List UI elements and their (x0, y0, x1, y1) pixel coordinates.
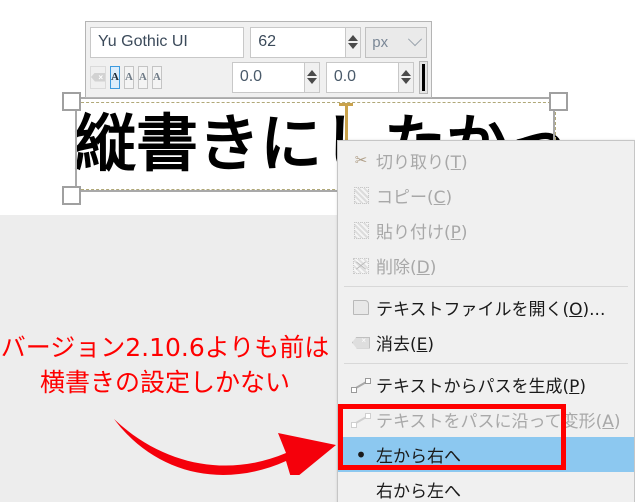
tool-options-row-2: × A A A A 0.0 0.0 (90, 60, 429, 94)
text-along-path-icon (346, 412, 376, 428)
spinner-down-icon[interactable] (348, 43, 359, 49)
radio-bullet-icon: • (355, 442, 367, 467)
menu-item-text-along-path[interactable]: テキストをパスに沿って変形(A) (338, 402, 634, 437)
menu-item-ltr[interactable]: • 左から右へ (338, 437, 634, 472)
spinner-up-icon[interactable] (400, 70, 411, 76)
menu-item-erase[interactable]: × 消去(E) (338, 325, 634, 360)
line-spacing-spinner[interactable] (397, 61, 414, 93)
spinner-down-icon[interactable] (306, 78, 317, 84)
antialias-button-3[interactable]: A (137, 65, 148, 89)
spinner-up-icon[interactable] (348, 35, 359, 41)
menu-separator-1 (344, 286, 628, 287)
menu-item-copy[interactable]: コピー(C) (338, 178, 634, 213)
menu-item-cut[interactable]: ✂ 切り取り(T) (338, 143, 634, 178)
font-name-input[interactable]: Yu Gothic UI (90, 26, 245, 58)
indent-spinner[interactable] (303, 61, 320, 93)
menu-item-erase-label: 消去(E) (376, 335, 435, 355)
scissors-icon: ✂ (354, 151, 368, 169)
indent-input[interactable]: 0.0 (231, 61, 304, 93)
antialias-button-1[interactable]: A (110, 65, 120, 89)
font-size-spinner[interactable] (345, 26, 362, 58)
selection-line-left (75, 97, 77, 192)
copy-icon (346, 187, 376, 204)
eraser-icon: × (91, 72, 105, 82)
chevron-down-icon (407, 32, 423, 47)
antialias-button-2[interactable]: A (123, 65, 134, 89)
spinner-up-icon[interactable] (306, 70, 317, 76)
selection-handle-top-right[interactable] (549, 92, 568, 111)
text-to-path-icon (346, 377, 376, 393)
tool-options-row-1: Yu Gothic UI 62 px (90, 26, 427, 58)
open-file-icon (346, 300, 376, 315)
font-size-unit-select[interactable]: px (365, 26, 427, 58)
menu-item-delete[interactable]: 削除(D) (338, 248, 634, 283)
menu-item-delete-label: 削除(D) (376, 258, 437, 278)
text-cursor-cap (339, 103, 353, 106)
paste-icon (346, 222, 376, 239)
menu-item-open-text-file-label: テキストファイルを開く(O)... (376, 300, 606, 320)
erase-icon: × (346, 336, 376, 349)
menu-item-copy-label: コピー(C) (376, 188, 453, 208)
selection-handle-top-left[interactable] (62, 92, 81, 111)
spinner-down-icon[interactable] (400, 78, 411, 84)
annotation-text: バージョン2.10.6よりも前は 横書きの設定しかない (0, 330, 330, 400)
menu-item-text-to-path-label: テキストからパスを生成(P) (376, 377, 587, 397)
menu-item-paste[interactable]: 貼り付け(P) (338, 213, 634, 248)
clear-style-button[interactable]: × (90, 65, 106, 89)
menu-item-rtl-label: 右から左へ (376, 482, 461, 502)
menu-item-open-text-file[interactable]: テキストファイルを開く(O)... (338, 290, 634, 325)
menu-item-text-along-path-label: テキストをパスに沿って変形(A) (376, 412, 621, 432)
annotation-line-1: バージョン2.10.6よりも前は (0, 333, 330, 362)
menu-item-cut-label: 切り取り(T) (376, 153, 468, 173)
text-tool-options-panel: Yu Gothic UI 62 px × A A A A 0.0 0.0 (85, 21, 432, 98)
unit-label: px (372, 33, 389, 51)
font-size-input[interactable]: 62 (250, 26, 346, 58)
menu-item-ltr-label: 左から右へ (376, 447, 461, 467)
annotation-line-2: 横書きの設定しかない (39, 368, 290, 397)
selection-handle-bottom-left[interactable] (62, 186, 81, 205)
antialias-button-4[interactable]: A (151, 65, 162, 89)
line-spacing-input[interactable]: 0.0 (325, 61, 398, 93)
menu-item-rtl[interactable]: 右から左へ (338, 472, 634, 502)
menu-item-text-to-path[interactable]: テキストからパスを生成(P) (338, 367, 634, 402)
text-color-swatch[interactable] (418, 60, 429, 94)
delete-icon (346, 257, 376, 274)
context-menu[interactable]: ✂ 切り取り(T) コピー(C) 貼り付け(P) 削除(D) テキストファイルを… (337, 140, 635, 502)
screenshot-root: 縦書きにしたかった Yu Gothic UI 62 px (0, 0, 635, 502)
menu-item-paste-label: 貼り付け(P) (376, 223, 468, 243)
menu-separator-2 (344, 363, 628, 364)
